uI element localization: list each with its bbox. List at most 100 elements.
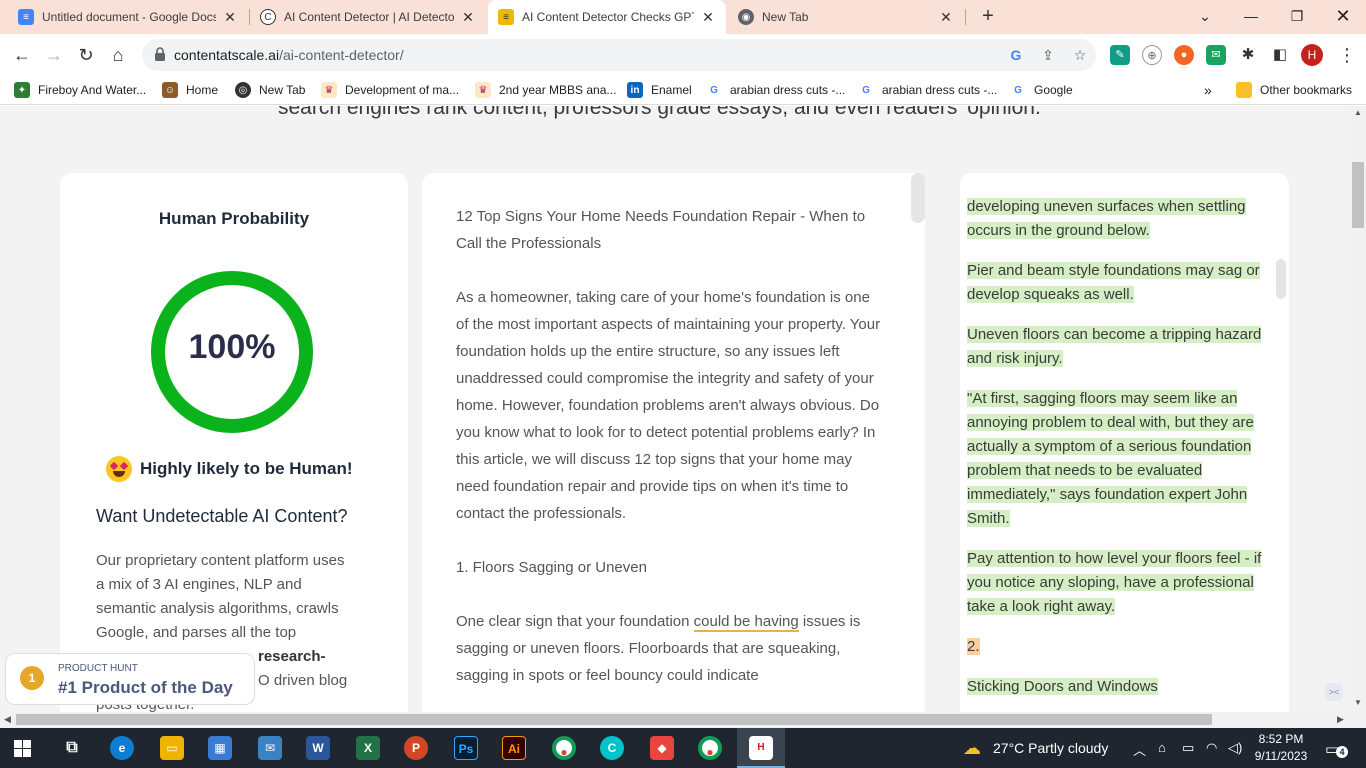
human-probability-label: Human Probability	[158, 209, 310, 228]
tab-search-icon[interactable]: ⌄	[1182, 0, 1228, 34]
scrollbar-thumb[interactable]	[16, 714, 1212, 725]
extension-1-icon[interactable]: ✎	[1110, 45, 1130, 65]
scroll-up-arrow-icon[interactable]: ▲	[1354, 108, 1362, 117]
highlighted-sentence: Uneven floors can become a tripping haza…	[967, 326, 1262, 367]
profile-avatar[interactable]: H	[1301, 44, 1323, 66]
mail-icon[interactable]: ✉	[258, 736, 282, 760]
forward-button[interactable]: →	[41, 42, 67, 68]
probability-score: 100%	[188, 328, 276, 366]
google-lens-icon[interactable]: G	[1006, 45, 1026, 65]
folder-icon	[1236, 82, 1252, 98]
clock-time: 8:52 PM	[1258, 732, 1304, 746]
close-tab-icon[interactable]: ✕	[222, 9, 238, 26]
scroll-right-arrow-icon[interactable]: ▶	[1337, 714, 1344, 725]
globe-icon: ◎	[235, 82, 251, 98]
extension-3-icon[interactable]: ●	[1174, 45, 1194, 65]
input-text-card[interactable]: 12 Top Signs Your Home Needs Foundation …	[422, 173, 925, 712]
wifi-icon[interactable]: ◠	[1206, 740, 1217, 756]
bookmark-enamel[interactable]: in Enamel	[627, 81, 692, 99]
file-explorer-icon[interactable]: ▭	[160, 736, 184, 760]
close-tab-icon[interactable]: ✕	[700, 9, 716, 26]
bookmark-arabian-2[interactable]: Garabian dress cuts -...	[858, 81, 997, 99]
close-tab-icon[interactable]: ✕	[460, 9, 476, 26]
maximize-button[interactable]: ❐	[1274, 0, 1320, 34]
weather-icon[interactable]: ☁	[958, 736, 986, 760]
lock-icon[interactable]	[154, 47, 166, 61]
verdict: Highly likely to be Human!	[106, 456, 353, 482]
canva-icon[interactable]: C	[600, 736, 624, 760]
bookmark-mbbs[interactable]: ♛ 2nd year MBBS ana...	[475, 81, 616, 99]
highlighted-sentence-orange: 2.	[967, 638, 980, 655]
chrome-menu-icon[interactable]: ⋮	[1334, 42, 1360, 68]
url-text[interactable]: contentatscale.ai/ai-content-detector/	[174, 47, 404, 63]
side-panel-icon[interactable]: ◧	[1270, 45, 1290, 65]
chrome-profile-taskbar-icon[interactable]: ●	[698, 736, 722, 760]
share-icon[interactable]: ⇪	[1038, 45, 1058, 65]
results-scrollbar[interactable]	[1276, 259, 1286, 299]
article-section-1: 1. Floors Sagging or Uneven	[456, 559, 647, 576]
store-icon[interactable]: ▦	[208, 736, 232, 760]
chrome-taskbar-icon[interactable]: ●	[552, 736, 576, 760]
windows-start-icon[interactable]	[14, 740, 31, 757]
bookmark-arabian-1[interactable]: Garabian dress cuts -...	[706, 81, 845, 99]
game-icon: ✦	[14, 82, 30, 98]
input-scrollbar[interactable]	[911, 173, 925, 223]
trophy-icon: ♛	[475, 82, 491, 98]
article-paragraph-1: One clear sign that your foundation coul…	[456, 613, 861, 684]
home-button[interactable]: ⌂	[105, 42, 131, 68]
close-tab-icon[interactable]: ✕	[938, 9, 954, 26]
scroll-down-arrow-icon[interactable]: ▼	[1354, 698, 1362, 707]
highlighted-results-card: developing uneven surfaces when settling…	[960, 173, 1289, 712]
edge-icon[interactable]: e	[110, 736, 134, 760]
collapse-icon[interactable]: ><	[1325, 683, 1343, 701]
anydesk-icon[interactable]: ◆	[650, 736, 674, 760]
bookmark-home[interactable]: ☺ Home	[162, 81, 218, 99]
bookmarks-overflow-button[interactable]: »	[1204, 81, 1212, 99]
show-hidden-icons-icon[interactable]: ︿	[1133, 740, 1146, 759]
scroll-left-arrow-icon[interactable]: ◀	[4, 714, 11, 725]
extension-2-icon[interactable]: ⊕	[1142, 45, 1162, 65]
weather-text[interactable]: 27°C Partly cloudy	[993, 740, 1108, 756]
highlighted-sentence: Pier and beam style foundations may sag …	[967, 262, 1260, 303]
photoshop-icon[interactable]: Ps	[454, 736, 478, 760]
new-tab-button[interactable]: +	[976, 4, 1000, 28]
clock[interactable]: 8:52 PM 9/11/2023	[1248, 731, 1314, 765]
bookmark-fireboy[interactable]: ✦ Fireboy And Water...	[14, 81, 146, 99]
page-horizontal-scrollbar[interactable]: ◀ ▶	[0, 712, 1366, 728]
back-button[interactable]: ←	[9, 42, 35, 68]
tab-google-docs[interactable]: ≡ Untitled document - Google Docs ✕	[8, 0, 248, 34]
tab-ai-content-detector[interactable]: C AI Content Detector | AI Detector ✕	[250, 0, 486, 34]
extensions-puzzle-icon[interactable]: ✱	[1238, 45, 1258, 65]
input-text[interactable]: 12 Top Signs Your Home Needs Foundation …	[456, 203, 886, 712]
bookmark-new-tab[interactable]: ◎ New Tab	[235, 81, 305, 99]
scrollbar-thumb[interactable]	[1352, 162, 1364, 228]
minimize-button[interactable]: —	[1228, 0, 1274, 34]
content-at-scale-icon: C	[260, 9, 276, 25]
bookmark-google[interactable]: G Google	[1010, 81, 1073, 99]
address-bar[interactable]: contentatscale.ai/ai-content-detector/ G…	[142, 39, 1096, 71]
product-hunt-badge[interactable]: 1 PRODUCT HUNT #1 Product of the Day	[5, 653, 255, 705]
tab-ai-content-detector-checks[interactable]: ≡ AI Content Detector Checks GPT-4 ✕	[488, 0, 726, 34]
bookmark-star-icon[interactable]: ☆	[1070, 45, 1090, 65]
product-hunt-label: PRODUCT HUNT	[58, 663, 138, 674]
battery-icon[interactable]: ▭	[1182, 740, 1194, 756]
reload-button[interactable]: ↻	[73, 42, 99, 68]
linkedin-icon: in	[627, 82, 643, 98]
close-window-button[interactable]: ✕	[1320, 0, 1366, 34]
volume-icon[interactable]: ◁)	[1228, 740, 1242, 756]
chrome-app-icon[interactable]: H	[749, 736, 773, 760]
highlighted-sentence: developing uneven surfaces when settling…	[967, 198, 1246, 239]
task-view-icon[interactable]: ⧉	[60, 736, 84, 760]
home-bookmark-icon: ☺	[162, 82, 178, 98]
bookmark-development[interactable]: ♛ Development of ma...	[321, 81, 459, 99]
tab-new-tab[interactable]: ◉ New Tab ✕	[728, 0, 964, 34]
word-icon[interactable]: W	[306, 736, 330, 760]
illustrator-icon[interactable]: Ai	[502, 736, 526, 760]
extension-4-icon[interactable]: ✉	[1206, 45, 1226, 65]
other-bookmarks[interactable]: Other bookmarks	[1236, 81, 1352, 99]
network-status-icon[interactable]: ⌂	[1158, 740, 1166, 755]
page-vertical-scrollbar[interactable]: ▲ ▼	[1350, 106, 1366, 712]
powerpoint-icon[interactable]: P	[404, 736, 428, 760]
excel-icon[interactable]: X	[356, 736, 380, 760]
windows-taskbar: ⧉ e ▭ ▦ ✉ W X P Ps Ai ● C ◆ ● H ☁ 27°C P…	[0, 728, 1366, 768]
